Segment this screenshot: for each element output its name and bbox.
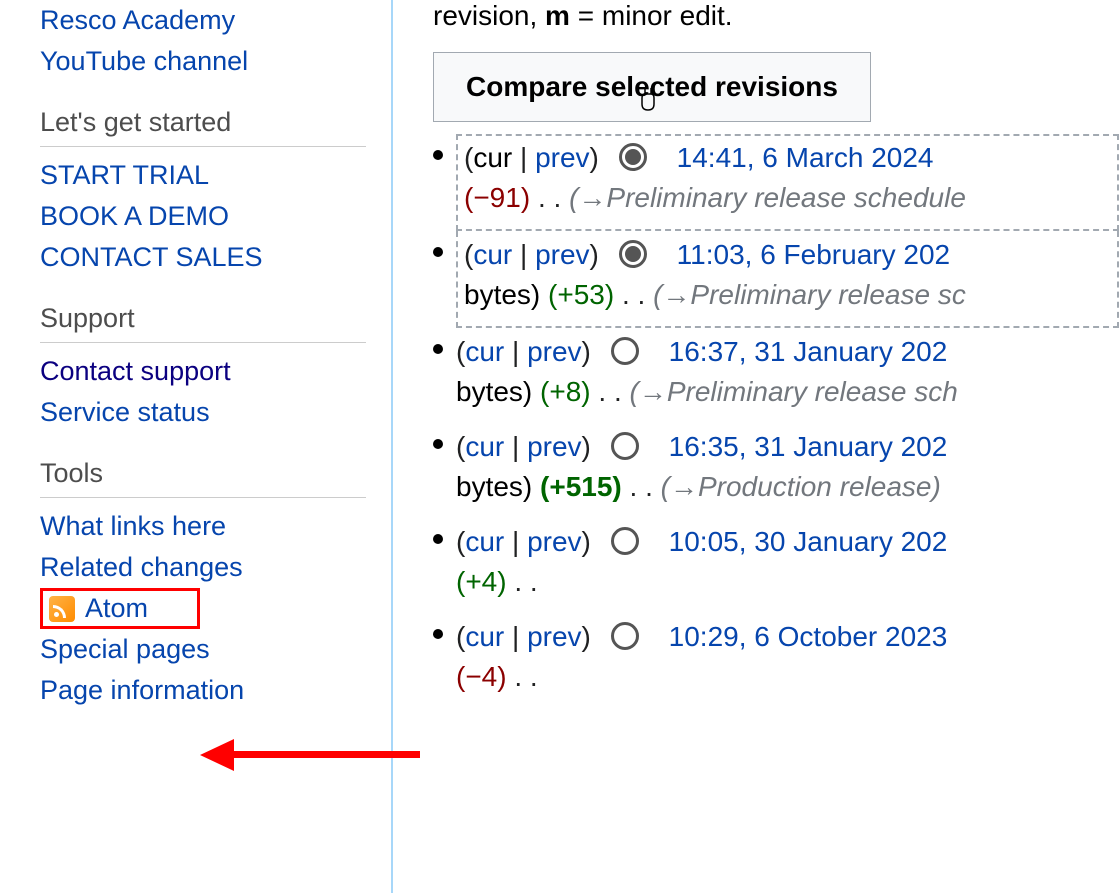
bullet-icon <box>433 439 443 449</box>
revision-radio[interactable] <box>619 240 647 268</box>
sidebar-link-what-links-here[interactable]: What links here <box>40 506 366 547</box>
bullet-icon <box>433 247 443 257</box>
revision-item: (cur | prev) 16:35, 31 January 202bytes)… <box>433 423 1119 518</box>
separator-dots: . . <box>538 182 561 213</box>
revision-item: (cur | prev) 10:05, 30 January 202(+4) .… <box>433 518 1119 613</box>
prev-link[interactable]: prev <box>535 142 589 173</box>
revision-body: (cur | prev) 11:03, 6 February 202bytes)… <box>456 231 1119 328</box>
prev-link[interactable]: prev <box>527 336 581 367</box>
sidebar-link-service-status[interactable]: Service status <box>40 392 366 433</box>
sidebar-heading: Let's get started <box>40 107 366 147</box>
revision-timestamp-link[interactable]: 10:29, 6 October 2023 <box>669 621 948 652</box>
sidebar-link-resco-academy[interactable]: Resco Academy <box>40 0 366 41</box>
legend-text: revision, m = minor edit. <box>433 0 1119 32</box>
separator-dots: . . <box>630 471 653 502</box>
revision-item: (cur | prev) 11:03, 6 February 202bytes)… <box>433 231 1119 328</box>
revision-radio[interactable] <box>611 622 639 650</box>
revision-list: (cur | prev) 14:41, 6 March 2024(−91) . … <box>433 134 1119 708</box>
size-change: (+4) <box>456 566 507 597</box>
bullet-icon <box>433 150 443 160</box>
edit-comment: (Preliminary release sch <box>630 376 958 407</box>
revision-timestamp-link[interactable]: 10:05, 30 January 202 <box>669 526 948 557</box>
sidebar-section-tools: Tools What links here Related changes At… <box>40 458 366 711</box>
sidebar: Resco Academy YouTube channel Let's get … <box>0 0 393 893</box>
revision-timestamp-link[interactable]: 11:03, 6 February 202 <box>677 239 950 270</box>
prev-link[interactable]: prev <box>527 526 581 557</box>
revision-body: (cur | prev) 16:37, 31 January 202bytes)… <box>456 328 1119 423</box>
cur-link[interactable]: cur <box>465 526 504 557</box>
revision-item: (cur | prev) 10:29, 6 October 2023(−4) .… <box>433 613 1119 708</box>
bytes-label: bytes) <box>464 279 540 310</box>
cur-link[interactable]: cur <box>473 239 512 270</box>
sidebar-link-youtube[interactable]: YouTube channel <box>40 41 366 82</box>
bullet-icon <box>433 344 443 354</box>
sidebar-section-get-started: Let's get started START TRIAL BOOK A DEM… <box>40 107 366 278</box>
bytes-label: bytes) <box>456 471 532 502</box>
cur-link[interactable]: cur <box>465 336 504 367</box>
prev-link[interactable]: prev <box>527 621 581 652</box>
size-change: (+8) <box>540 376 591 407</box>
revision-body: (cur | prev) 10:05, 30 January 202(+4) .… <box>456 518 1119 613</box>
separator-dots: . . <box>598 376 621 407</box>
separator-dots: . . <box>622 279 645 310</box>
revision-radio[interactable] <box>611 432 639 460</box>
revision-timestamp-link[interactable]: 16:37, 31 January 202 <box>669 336 948 367</box>
edit-comment: (Production release) <box>661 471 941 502</box>
separator-dots: . . <box>514 566 537 597</box>
sidebar-link-page-information[interactable]: Page information <box>40 670 366 711</box>
sidebar-link-atom-highlighted[interactable]: Atom <box>40 588 200 629</box>
size-change: (−4) <box>456 661 507 692</box>
size-change: (+53) <box>548 279 614 310</box>
revision-body: (cur | prev) 10:29, 6 October 2023(−4) .… <box>456 613 1119 708</box>
sidebar-link-contact-support[interactable]: Contact support <box>40 351 366 392</box>
prev-link[interactable]: prev <box>535 239 589 270</box>
revision-radio[interactable] <box>611 527 639 555</box>
sidebar-heading: Tools <box>40 458 366 498</box>
sidebar-heading: Support <box>40 303 366 343</box>
separator-dots: . . <box>514 661 537 692</box>
sidebar-link-special-pages[interactable]: Special pages <box>40 629 366 670</box>
revision-radio[interactable] <box>611 337 639 365</box>
sidebar-link-contact-sales[interactable]: CONTACT SALES <box>40 237 366 278</box>
revision-timestamp-link[interactable]: 14:41, 6 March 2024 <box>677 142 934 173</box>
bullet-icon <box>433 629 443 639</box>
sidebar-link-atom[interactable]: Atom <box>85 593 148 624</box>
edit-comment: (Preliminary release schedule <box>569 182 966 213</box>
sidebar-section-support: Support Contact support Service status <box>40 303 366 433</box>
revision-timestamp-link[interactable]: 16:35, 31 January 202 <box>669 431 948 462</box>
revision-body: (cur | prev) 16:35, 31 January 202bytes)… <box>456 423 1119 518</box>
edit-comment: (Preliminary release sc <box>653 279 966 310</box>
cur-link[interactable]: cur <box>465 431 504 462</box>
rss-icon <box>49 596 75 622</box>
size-change: (−91) <box>464 182 530 213</box>
prev-link[interactable]: prev <box>527 431 581 462</box>
bullet-icon <box>433 534 443 544</box>
sidebar-link-start-trial[interactable]: START TRIAL <box>40 155 366 196</box>
sidebar-link-related-changes[interactable]: Related changes <box>40 547 366 588</box>
compare-revisions-button[interactable]: Compare selected revisions <box>433 52 871 122</box>
revision-radio[interactable] <box>619 143 647 171</box>
revision-body: (cur | prev) 14:41, 6 March 2024(−91) . … <box>456 134 1119 231</box>
content-area: revision, m = minor edit. Compare select… <box>393 0 1119 893</box>
revision-item: (cur | prev) 16:37, 31 January 202bytes)… <box>433 328 1119 423</box>
cur-link[interactable]: cur <box>465 621 504 652</box>
bytes-label: bytes) <box>456 376 532 407</box>
size-change: (+515) <box>540 471 622 502</box>
revision-item: (cur | prev) 14:41, 6 March 2024(−91) . … <box>433 134 1119 231</box>
sidebar-link-book-demo[interactable]: BOOK A DEMO <box>40 196 366 237</box>
cur-text: cur <box>473 142 512 173</box>
